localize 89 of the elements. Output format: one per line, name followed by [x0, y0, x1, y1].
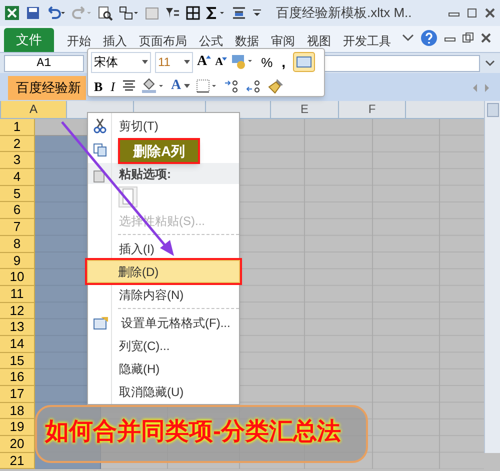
ribbon-tab[interactable]: 插入 — [98, 30, 132, 52]
paste-icon — [93, 169, 107, 183]
scrollbar-handle[interactable] — [486, 103, 498, 117]
shrink-font-button[interactable]: A — [215, 56, 228, 68]
help-icon[interactable] — [420, 29, 438, 47]
brush-icon[interactable] — [268, 78, 284, 94]
row-header[interactable]: 14 — [0, 336, 35, 353]
menu-item[interactable]: 清除内容(N) — [119, 286, 184, 304]
menu-item[interactable]: 设置单元格格式(F)... — [121, 314, 230, 332]
row-header[interactable]: 5 — [0, 186, 35, 202]
restore-icon[interactable] — [466, 7, 478, 19]
center-align-icon[interactable] — [123, 80, 136, 92]
annotation-callout: 删除A列 — [118, 138, 200, 164]
comma-style-button[interactable]: , — [278, 55, 289, 69]
undo-icon[interactable] — [46, 6, 66, 20]
row-header[interactable]: 6 — [0, 202, 35, 220]
workbook-tab[interactable]: 百度经验新 — [8, 76, 86, 100]
increase-decimal-icon[interactable] — [224, 79, 240, 93]
row-header[interactable]: 21 — [0, 452, 35, 470]
filter-icon[interactable] — [165, 6, 180, 20]
restore-icon[interactable] — [462, 32, 474, 44]
font-color-button[interactable]: A — [171, 79, 190, 93]
print-preview-icon[interactable] — [98, 6, 113, 20]
percent-button[interactable]: % — [259, 56, 275, 68]
row-header[interactable]: 10 — [0, 269, 35, 286]
border-icon[interactable] — [196, 79, 218, 93]
up-triangle-icon — [206, 55, 212, 59]
font-dropdown[interactable]: 宋体 — [91, 52, 151, 72]
row-header[interactable]: 2 — [0, 136, 35, 152]
menu-item[interactable]: 隐藏(H) — [119, 360, 160, 378]
row-header[interactable]: 8 — [0, 236, 35, 252]
save-icon[interactable] — [26, 6, 40, 20]
ribbon-tab[interactable]: 开发工具 — [338, 30, 396, 52]
row-header[interactable]: 7 — [0, 219, 35, 236]
sum-icon[interactable] — [206, 6, 226, 20]
column-header[interactable]: E — [271, 101, 339, 119]
ribbon-tab[interactable]: 公式 — [194, 30, 228, 52]
layout-icon[interactable] — [119, 6, 139, 20]
font-size-dropdown[interactable]: 11 — [155, 52, 193, 72]
caret-icon — [184, 60, 190, 64]
decrease-decimal-icon[interactable] — [246, 79, 262, 93]
row-header[interactable]: 13 — [0, 319, 35, 336]
ribbon-tab[interactable]: 视图 — [302, 30, 336, 52]
italic-button[interactable]: I — [108, 80, 118, 92]
ribbon-tab[interactable]: 页面布局 — [134, 30, 192, 52]
menu-section-label: 粘贴选项: — [119, 166, 171, 183]
ribbon-tab[interactable]: 数据 — [230, 30, 264, 52]
menu-item[interactable]: 取消隐藏(U) — [119, 382, 184, 400]
copy-icon — [93, 143, 107, 157]
caret-icon — [142, 60, 148, 64]
close-icon[interactable] — [484, 7, 496, 19]
caret-icon — [184, 84, 190, 88]
format-cells-icon — [93, 316, 109, 330]
file-tab[interactable]: 文件 — [4, 28, 54, 52]
vertical-scrollbar[interactable] — [484, 101, 500, 453]
row-header[interactable]: 19 — [0, 419, 35, 436]
row-header[interactable]: 4 — [0, 169, 35, 186]
row-header[interactable]: 1 — [0, 119, 35, 136]
bold-button[interactable]: B — [94, 80, 103, 92]
ribbon-tab[interactable]: 开始 — [62, 30, 96, 52]
row-header[interactable]: 20 — [0, 436, 35, 453]
row-header[interactable]: 16 — [0, 369, 35, 386]
row-header[interactable]: 3 — [0, 152, 35, 170]
spreadsheet-app-icon[interactable] — [4, 5, 20, 21]
ribbon-tab[interactable]: 审阅 — [266, 30, 300, 52]
row-header[interactable]: 11 — [0, 286, 35, 303]
column-header[interactable]: A — [1, 101, 67, 119]
grow-font-button[interactable]: A — [197, 55, 212, 69]
fill-color-icon[interactable] — [141, 78, 166, 94]
banner-title: 如何合并同类项-分类汇总法 — [45, 417, 341, 447]
close-icon[interactable] — [480, 32, 492, 44]
row-header[interactable]: 9 — [0, 252, 35, 270]
menu-item[interactable]: 插入(I) — [119, 240, 154, 258]
menu-item[interactable]: 列宽(C)... — [119, 336, 170, 354]
row-header[interactable]: 18 — [0, 402, 35, 420]
collapse-ribbon-icon[interactable] — [402, 33, 414, 43]
column-header[interactable]: F — [339, 101, 406, 119]
scissors-icon — [93, 118, 107, 134]
name-box[interactable]: A1 — [4, 54, 84, 72]
borders-icon[interactable] — [186, 6, 200, 20]
row-header[interactable]: 15 — [0, 352, 35, 370]
down-triangle-icon — [222, 56, 228, 60]
format-icon[interactable] — [292, 52, 315, 72]
customize-dropdown-icon[interactable] — [252, 7, 262, 19]
align-icon[interactable] — [232, 6, 246, 20]
row-header[interactable]: 17 — [0, 386, 35, 403]
menu-item[interactable]: 剪切(T) — [119, 116, 158, 134]
window-title: 百度经验新模板.xltx M.. — [276, 4, 412, 22]
row-header[interactable]: 12 — [0, 302, 35, 320]
